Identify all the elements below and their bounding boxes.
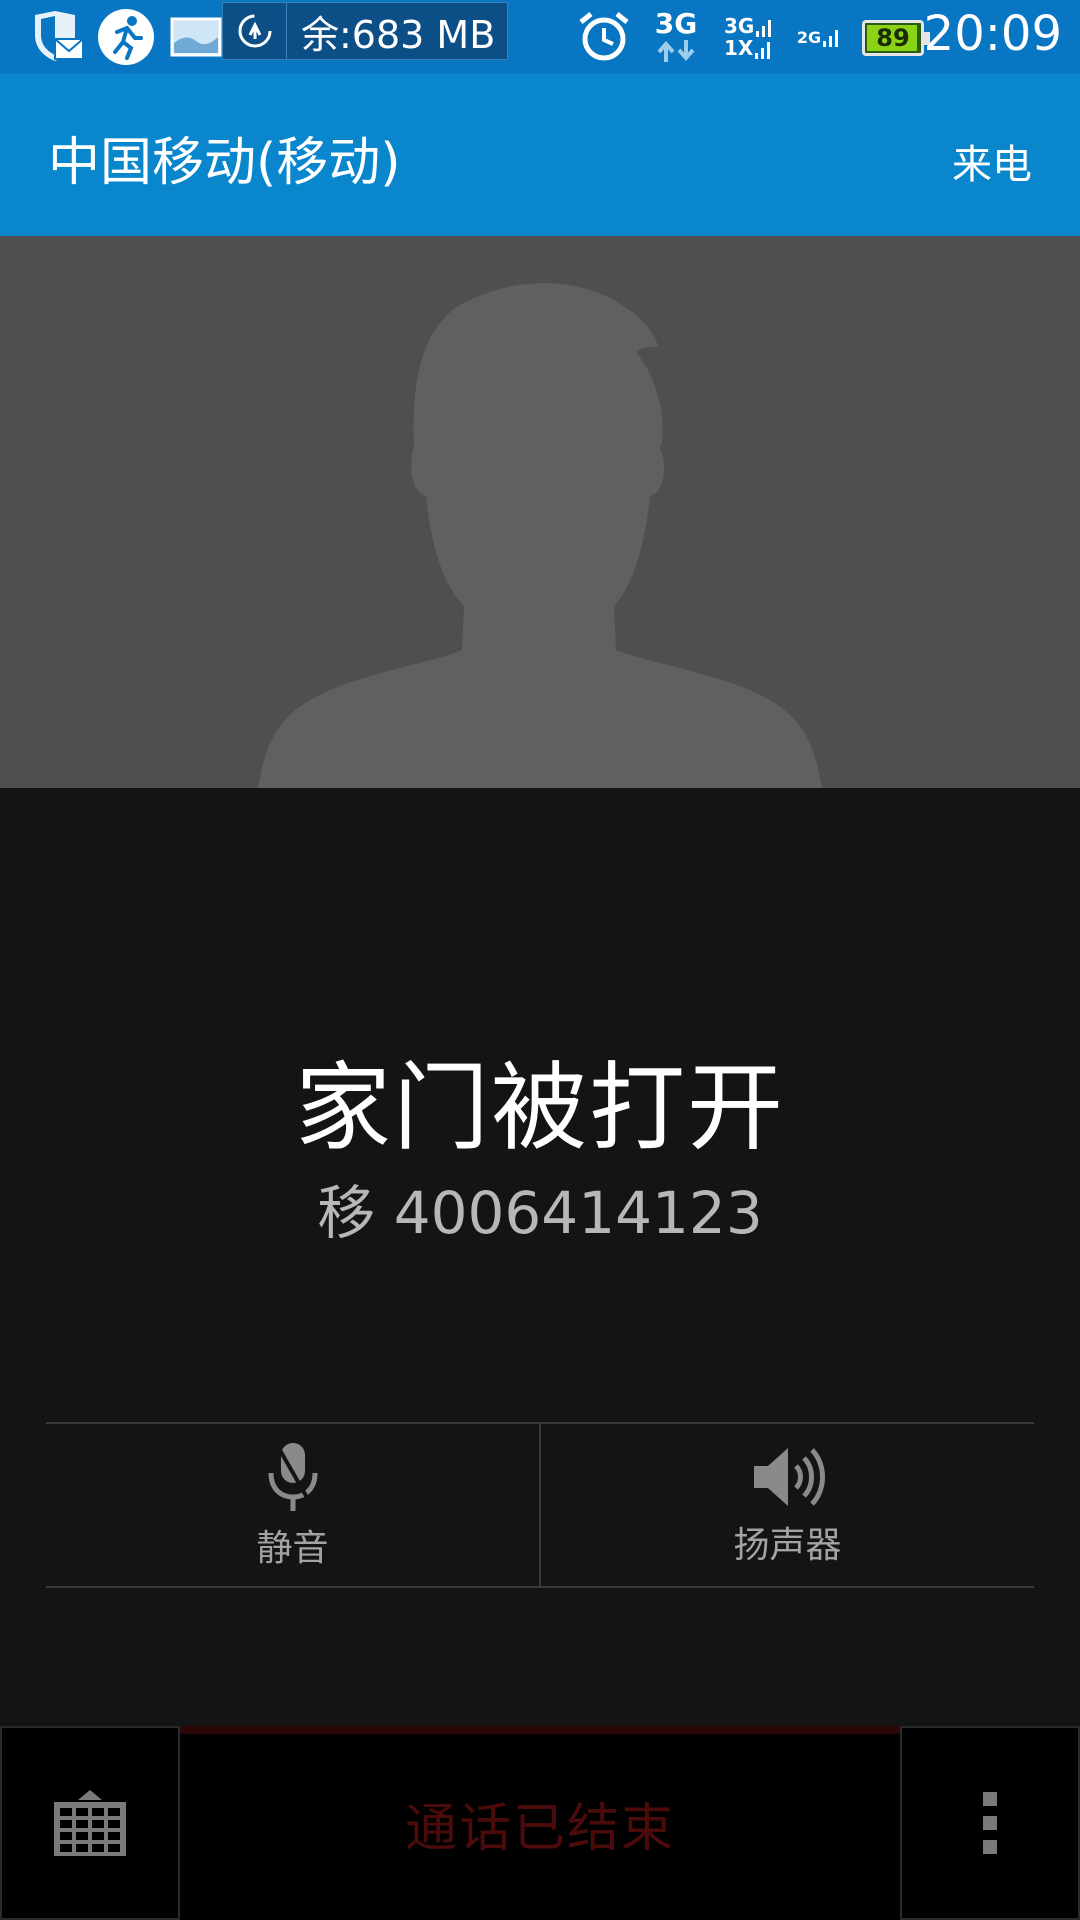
sim2-signal-icon: 2G: [796, 8, 842, 66]
carrier-name: 中国移动(移动): [48, 133, 401, 193]
caller-name: 家门被打开: [295, 1052, 785, 1164]
speaker-label: 扬声器: [733, 1525, 842, 1566]
dialpad-button[interactable]: [0, 1726, 180, 1920]
default-avatar-icon: [258, 283, 822, 788]
call-type-label: 来电: [952, 142, 1032, 188]
memory-indicator[interactable]: 余:683 MB: [222, 2, 508, 60]
call-ended-label: 通话已结束: [404, 1798, 675, 1859]
call-header: 中国移动(移动) 来电: [0, 74, 1080, 236]
contact-photo: [0, 236, 1080, 788]
call-controls: 静音 扬声器: [46, 1422, 1034, 1588]
alarm-clock-icon: [574, 8, 634, 66]
overflow-menu-icon: [983, 1792, 997, 1854]
sim1-label: 3G: [724, 14, 755, 38]
mute-label: 静音: [256, 1528, 329, 1569]
mute-button[interactable]: 静音: [46, 1424, 539, 1586]
bottom-bar: 通话已结束: [0, 1726, 1080, 1920]
status-bar: 余:683 MB 3G 3G 1X 2G 89 20:09: [0, 0, 1080, 74]
incall-screen: 余:683 MB 3G 3G 1X 2G 89 20:09 中国移动(移动) 来…: [0, 0, 1080, 1920]
microphone-mute-icon: [268, 1443, 317, 1511]
end-call-accent: [180, 1726, 900, 1734]
overflow-menu-button[interactable]: [900, 1726, 1080, 1920]
speaker-button[interactable]: 扬声器: [539, 1424, 1034, 1586]
sim2-label: 2G: [796, 27, 822, 47]
end-call-button[interactable]: 通话已结束: [180, 1726, 900, 1920]
running-man-icon: [96, 8, 156, 66]
shield-mail-icon: [28, 8, 86, 66]
sim1-signal-icon: 3G 1X: [724, 8, 780, 66]
memory-text: 余:683 MB: [301, 12, 496, 57]
battery-icon: 89: [862, 20, 930, 56]
network-type-label: 3G: [654, 7, 698, 40]
status-time: 20:09: [923, 6, 1062, 62]
speaker-icon: [753, 1448, 825, 1506]
data-arrows-icon: 3G: [650, 8, 702, 66]
dialpad-icon: [54, 1790, 126, 1856]
memory-gauge-icon: [223, 3, 287, 59]
caller-number: 移 4006414123: [317, 1179, 763, 1247]
image-notification-icon: [170, 8, 222, 66]
battery-level: 89: [876, 24, 910, 52]
sim1-sub-label: 1X: [724, 36, 754, 60]
